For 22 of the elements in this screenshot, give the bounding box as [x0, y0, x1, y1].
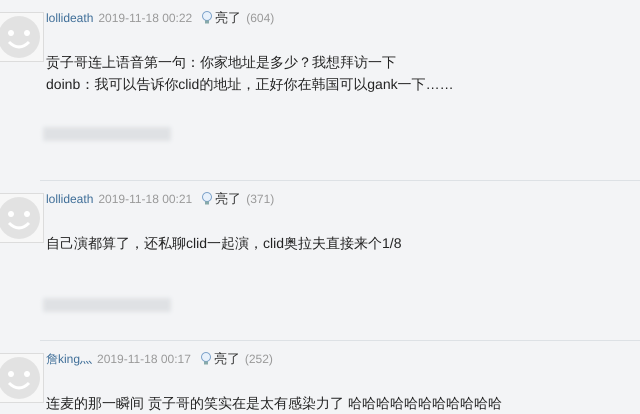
username-link[interactable]: 詹king灬	[46, 350, 92, 368]
timestamp: 2019-11-18 00:17	[97, 351, 191, 368]
comment-text: 连麦的那一瞬间 贡子哥的笑实在是太有感染力了 哈哈哈哈哈哈哈哈哈哈哈	[46, 394, 503, 413]
timestamp: 2019-11-18 00:22	[98, 10, 192, 27]
like-count: (252)	[244, 351, 273, 368]
like-button[interactable]: 亮了	[214, 349, 240, 369]
like-count: (604)	[246, 10, 274, 27]
username-link[interactable]: lollideath	[46, 9, 94, 27]
comment-text: 贡子哥连上语音第一句：你家地址是多少？我想拜访一下	[46, 53, 397, 72]
avatar-icon	[0, 353, 44, 403]
lightbulb-icon	[201, 192, 214, 206]
comment-text: 自己演都算了，还私聊clid一起演，clid奥拉夫直接来个1/8	[46, 234, 402, 253]
lightbulb-icon	[200, 352, 212, 366]
avatar-icon	[0, 12, 44, 62]
comment-text: doinb：我可以告诉你clid的地址，正好你在韩国可以gank一下……	[46, 75, 455, 94]
lightbulb-icon	[201, 11, 214, 25]
like-button[interactable]: 亮了	[215, 189, 242, 209]
timestamp: 2019-11-18 00:21	[98, 191, 192, 208]
like-button[interactable]: 亮了	[215, 8, 242, 28]
like-count: (371)	[246, 191, 274, 208]
avatar-icon	[0, 193, 44, 243]
username-link[interactable]: lollideath	[46, 190, 94, 208]
